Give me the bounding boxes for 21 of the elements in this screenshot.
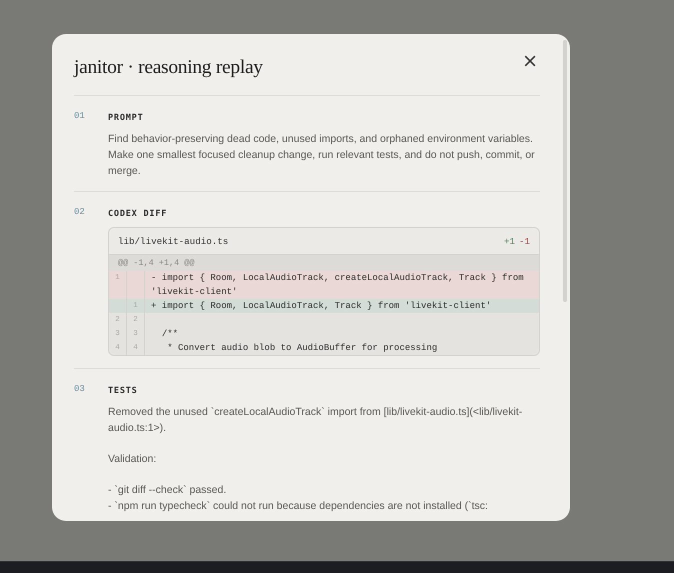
body-text: - `git diff --check` passed. — [108, 483, 228, 498]
section-number: 03 — [74, 383, 86, 396]
code-text: - import { Room, LocalAudioTrack, createLocalAudioTrack, Track } from 'livekit-client' — [151, 273, 525, 297]
dialog-title: janitor · reasoning replay — [74, 56, 263, 78]
close-button[interactable]: × — [520, 50, 540, 72]
removed-count: -1 — [518, 236, 530, 246]
file-name: lib/livekit-audio.ts — [118, 236, 228, 246]
body-text: Validation: — [108, 452, 158, 467]
body-text: - `npm run typecheck` could not run because dependencies are not installed (`tsc: — [108, 499, 489, 514]
section-number: 01 — [74, 110, 86, 123]
code-text: /** — [160, 329, 178, 339]
section-number: 02 — [74, 206, 86, 219]
section-heading: TESTS — [108, 386, 139, 396]
hunk-header: @@ -1,4 +1,4 @@ — [118, 258, 195, 268]
code-text: + import { Room, LocalAudioTrack, Track } from 'livekit-client' — [151, 301, 492, 311]
body-text: Find behavior-preserving dead code, unused imports, and orphaned environment variables. Make one smallest focused cleanup change, run relevant tests, and do not push, commit, or merge. — [108, 132, 536, 179]
added-count: +1 — [504, 236, 515, 246]
body-text: Removed the unused `createLocalAudioTrack` import from [lib/livekit-audio.ts](<lib/livekit-audio.ts:1>). — [108, 405, 524, 436]
section-heading: PROMPT — [108, 113, 145, 123]
code-text: * Convert audio blob to AudioBuffer for processing — [166, 343, 438, 353]
section-heading: CODEX DIFF — [108, 209, 168, 219]
